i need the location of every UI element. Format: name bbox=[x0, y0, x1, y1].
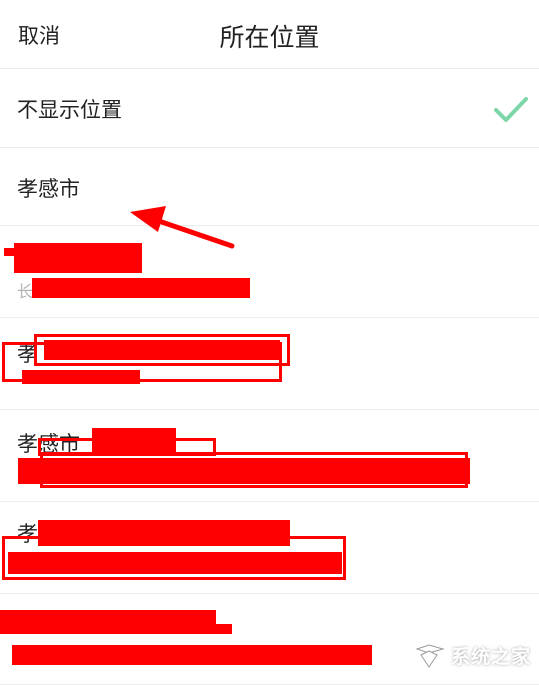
logo-icon bbox=[415, 644, 445, 668]
watermark-text: 系统之家 bbox=[450, 645, 531, 668]
arrow-icon bbox=[130, 206, 235, 249]
watermark: 系统之家 bbox=[415, 641, 531, 669]
